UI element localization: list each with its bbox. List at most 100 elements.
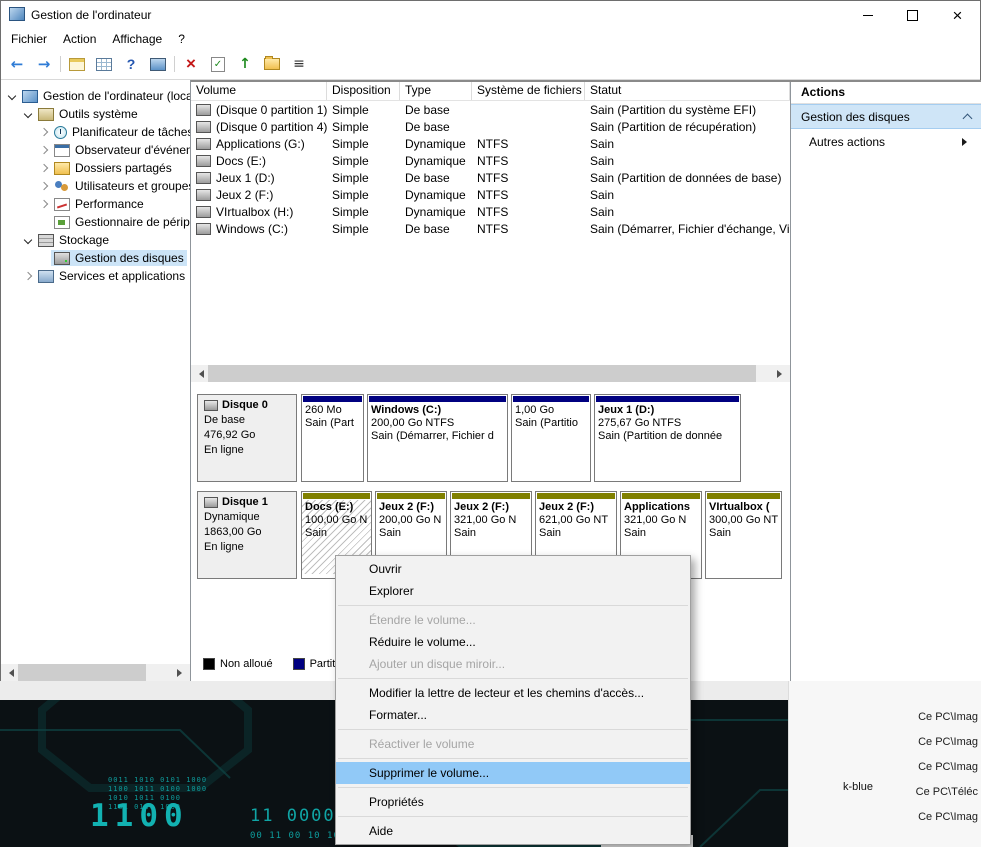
tree-item-label: Dossiers partagés xyxy=(75,161,172,175)
delete-volume-button[interactable] xyxy=(180,53,202,75)
console-tree-button[interactable] xyxy=(66,53,88,75)
volume-row[interactable]: Windows (C:)SimpleDe baseNTFSSain (Démar… xyxy=(191,220,790,237)
minimize-button[interactable] xyxy=(845,1,890,29)
export-list-button[interactable] xyxy=(93,53,115,75)
chevron-collapsed-icon[interactable] xyxy=(37,201,51,207)
close-button[interactable] xyxy=(935,1,980,29)
cell-text: Windows (C:) xyxy=(216,222,288,236)
event-icon xyxy=(54,144,70,157)
maximize-button[interactable] xyxy=(890,1,935,29)
tree-item-performance[interactable]: Performance xyxy=(1,195,190,213)
cell-text: Dynamique xyxy=(405,154,466,168)
titlebar: Gestion de l'ordinateur xyxy=(1,1,980,29)
volume-row[interactable]: (Disque 0 partition 4)SimpleDe baseSain … xyxy=(191,118,790,135)
cell-text: Sain xyxy=(590,205,614,219)
column-filesystem[interactable]: Système de fichiers xyxy=(472,82,585,100)
partition-line: 200,00 Go NTFS xyxy=(371,417,504,430)
volume-row[interactable]: Jeux 2 (F:)SimpleDynamiqueNTFSSain xyxy=(191,186,790,203)
chevron-collapsed-icon[interactable] xyxy=(37,147,51,153)
column-type[interactable]: Type xyxy=(400,82,472,100)
file-path-entry[interactable]: Ce PC\Téléc xyxy=(789,780,981,805)
partition-cell[interactable]: VIrtualbox (300,00 Go NTSain xyxy=(705,491,782,579)
column-disposition[interactable]: Disposition xyxy=(327,82,400,100)
convert-disk-button[interactable] xyxy=(234,53,256,75)
menu-item[interactable]: Réduire le volume... xyxy=(336,631,690,653)
menu-item[interactable]: Ouvrir xyxy=(336,558,690,580)
menu-affichage[interactable]: Affichage xyxy=(104,29,170,49)
file-path-entry[interactable]: Ce PC\Imag xyxy=(789,755,981,780)
file-path-entry[interactable]: Ce PC\Imag xyxy=(789,705,981,730)
tree-item-storage[interactable]: Stockage xyxy=(1,231,190,249)
cell-text: NTFS xyxy=(477,205,508,219)
services-icon xyxy=(38,270,54,283)
menu-fichier[interactable]: Fichier xyxy=(3,29,55,49)
menu-item[interactable]: Supprimer le volume... xyxy=(336,762,690,784)
actions-group-header[interactable]: Gestion des disques xyxy=(791,104,981,129)
more-actions-item[interactable]: Autres actions xyxy=(791,129,981,155)
tree-item-disk-management[interactable]: Gestion des disques xyxy=(1,249,190,267)
chevron-expanded-icon[interactable] xyxy=(21,237,35,243)
partition-cell[interactable]: 1,00 GoSain (Partitio xyxy=(511,394,591,482)
scroll-thumb[interactable] xyxy=(208,365,756,382)
back-button[interactable] xyxy=(6,53,28,75)
column-volume[interactable]: Volume xyxy=(191,82,327,100)
file-path-entry[interactable]: Ce PC\Imag xyxy=(789,805,981,830)
partition-cell[interactable]: Jeux 1 (D:)275,67 Go NTFSSain (Partition… xyxy=(594,394,741,482)
help-button[interactable] xyxy=(120,53,142,75)
chevron-expanded-icon[interactable] xyxy=(21,111,35,117)
column-statut[interactable]: Statut xyxy=(585,82,790,100)
scroll-left-button[interactable] xyxy=(191,365,208,382)
scroll-thumb[interactable] xyxy=(18,664,146,681)
forward-button[interactable] xyxy=(33,53,55,75)
tree-item-computer-management-local[interactable]: Gestion de l'ordinateur (local) xyxy=(1,87,190,105)
tree-item-event-viewer[interactable]: Observateur d'événeme xyxy=(1,141,190,159)
menu-item[interactable]: Aide xyxy=(336,820,690,842)
menu-item[interactable]: Formater... xyxy=(336,704,690,726)
properties-button[interactable] xyxy=(207,53,229,75)
cell-text: NTFS xyxy=(477,171,508,185)
volume-row[interactable]: VIrtualbox (H:)SimpleDynamiqueNTFSSain xyxy=(191,203,790,220)
explore-button[interactable] xyxy=(261,53,283,75)
menu-item[interactable]: Propriétés xyxy=(336,791,690,813)
volume-row[interactable]: Jeux 1 (D:)SimpleDe baseNTFSSain (Partit… xyxy=(191,169,790,186)
view-options-button[interactable] xyxy=(288,53,310,75)
partition-cell[interactable]: 260 MoSain (Part xyxy=(301,394,364,482)
volume-row[interactable]: Applications (G:)SimpleDynamiqueNTFSSain xyxy=(191,135,790,152)
menu-item: Ajouter un disque miroir... xyxy=(336,653,690,675)
cell-text: Sain xyxy=(590,154,614,168)
tree-item-local-users-groups[interactable]: Utilisateurs et groupes l xyxy=(1,177,190,195)
tree-item-services-apps[interactable]: Services et applications xyxy=(1,267,190,285)
partition-line: Sain xyxy=(624,527,698,540)
disk-label[interactable]: Disque 0De base476,92 GoEn ligne xyxy=(197,394,297,482)
chevron-collapsed-icon[interactable] xyxy=(37,129,51,135)
chevron-collapsed-icon[interactable] xyxy=(37,183,51,189)
checklist-icon xyxy=(211,57,225,72)
disk-name: Disque 1 xyxy=(204,495,290,510)
menu-item[interactable]: Explorer xyxy=(336,580,690,602)
chevron-expanded-icon[interactable] xyxy=(5,93,19,99)
disk-label[interactable]: Disque 1Dynamique1863,00 GoEn ligne xyxy=(197,491,297,579)
volume-disk-icon xyxy=(196,172,211,184)
file-path-entry[interactable]: Ce PC\Imag xyxy=(789,730,981,755)
screen: 0011 1010 0101 10001100 1011 0100 100010… xyxy=(0,0,981,847)
menu-item[interactable]: Modifier la lettre de lecteur et les che… xyxy=(336,682,690,704)
actions-panel: Actions Gestion des disques Autres actio… xyxy=(791,82,981,681)
volume-row[interactable]: (Disque 0 partition 1)SimpleDe baseSain … xyxy=(191,101,790,118)
partition-cell[interactable]: Windows (C:)200,00 Go NTFSSain (Démarrer… xyxy=(367,394,508,482)
tree-item-system-tools[interactable]: Outils système xyxy=(1,105,190,123)
tree-item-shared-folders[interactable]: Dossiers partagés xyxy=(1,159,190,177)
chevron-collapsed-icon[interactable] xyxy=(37,165,51,171)
scroll-left-button[interactable] xyxy=(1,664,18,681)
chevron-collapsed-icon[interactable] xyxy=(21,273,35,279)
volume-row[interactable]: Docs (E:)SimpleDynamiqueNTFSSain xyxy=(191,152,790,169)
display-button[interactable] xyxy=(147,53,169,75)
menu-help[interactable]: ? xyxy=(170,29,193,49)
scroll-right-button[interactable] xyxy=(173,664,190,681)
tree-item-task-scheduler[interactable]: Planificateur de tâches xyxy=(1,123,190,141)
scroll-right-button[interactable] xyxy=(773,365,790,382)
actions-group-label: Gestion des disques xyxy=(801,110,910,124)
menu-action[interactable]: Action xyxy=(55,29,104,49)
disk-name-text: Disque 0 xyxy=(222,398,268,413)
tree-item-device-manager[interactable]: Gestionnaire de périphé xyxy=(1,213,190,231)
minimize-icon xyxy=(863,15,873,16)
